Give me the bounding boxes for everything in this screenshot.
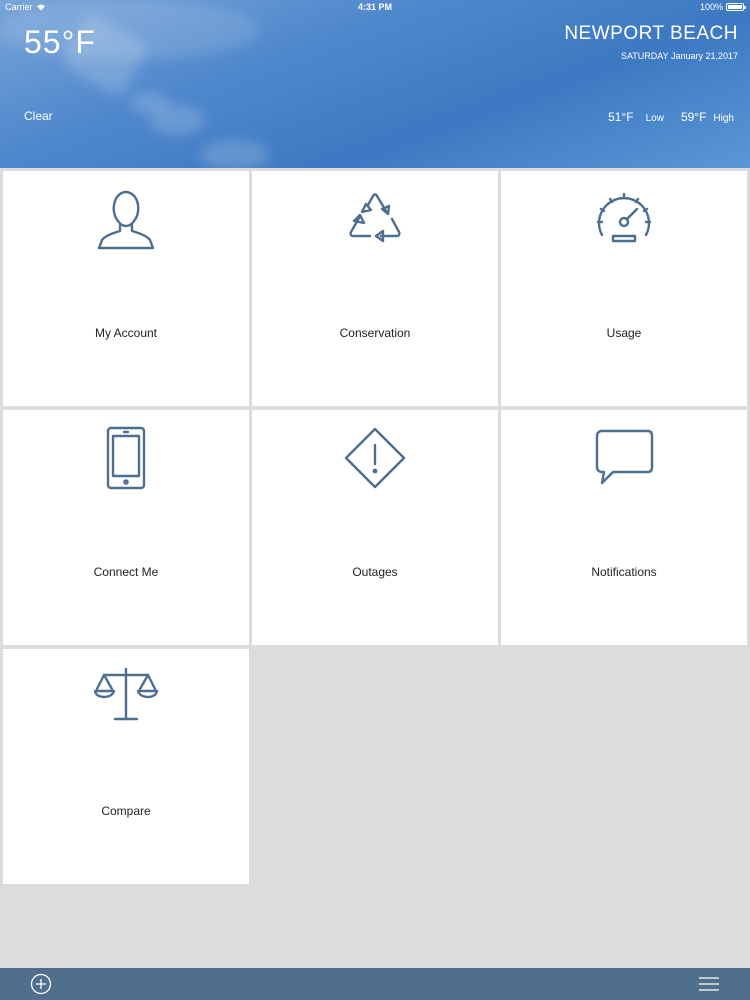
speech-bubble-icon <box>595 429 654 485</box>
tile-compare[interactable]: Compare <box>3 649 249 884</box>
low-temp-value: 51°F <box>608 110 634 124</box>
tile-label: Usage <box>606 326 642 340</box>
tile-label: Notifications <box>591 565 657 579</box>
city-name: NEWPORT BEACH <box>564 23 738 44</box>
tile-label: Compare <box>101 804 151 818</box>
balance-scale-icon <box>93 667 159 721</box>
status-time: 4:31 PM <box>357 2 392 12</box>
tile-outages[interactable]: Outages <box>252 410 498 645</box>
current-temperature: 55°F <box>24 24 96 60</box>
high-temp-label: High <box>713 113 734 124</box>
weather-header: 55°F NEWPORT BEACH SATURDAY January 21,2… <box>0 0 750 168</box>
tile-label: Outages <box>352 565 398 579</box>
speedometer-icon <box>596 192 652 243</box>
battery-status: 100% <box>699 2 746 12</box>
status-bar: Carrier 4:31 PM 100% <box>0 0 750 14</box>
low-high-temps: 51°F Low 59°F High <box>608 110 734 124</box>
tile-usage[interactable]: Usage <box>501 171 747 406</box>
tile-connect-me[interactable]: Connect Me <box>3 410 249 645</box>
add-circle-icon[interactable] <box>30 973 52 995</box>
hamburger-menu-icon[interactable] <box>698 975 720 993</box>
current-date: SATURDAY January 21,2017 <box>620 51 738 61</box>
battery-percent: 100% <box>699 2 723 12</box>
weather-condition: Clear <box>24 109 53 123</box>
tile-notifications[interactable]: Notifications <box>501 410 747 645</box>
high-temp-value: 59°F <box>680 110 707 124</box>
tile-label: Connect Me <box>93 565 159 579</box>
warning-diamond-icon <box>344 427 406 489</box>
battery-icon <box>726 3 746 11</box>
recycle-icon <box>349 193 401 243</box>
tile-label: Conservation <box>339 326 411 340</box>
menu-grid: My Account Conservation Usage Connect Me… <box>3 171 747 884</box>
low-temp-label: Low <box>645 113 664 124</box>
bottom-toolbar <box>0 968 750 1000</box>
tile-my-account[interactable]: My Account <box>3 171 249 406</box>
phone-icon <box>106 426 146 490</box>
person-icon <box>97 190 155 250</box>
tile-conservation[interactable]: Conservation <box>252 171 498 406</box>
tile-label: My Account <box>94 326 158 340</box>
